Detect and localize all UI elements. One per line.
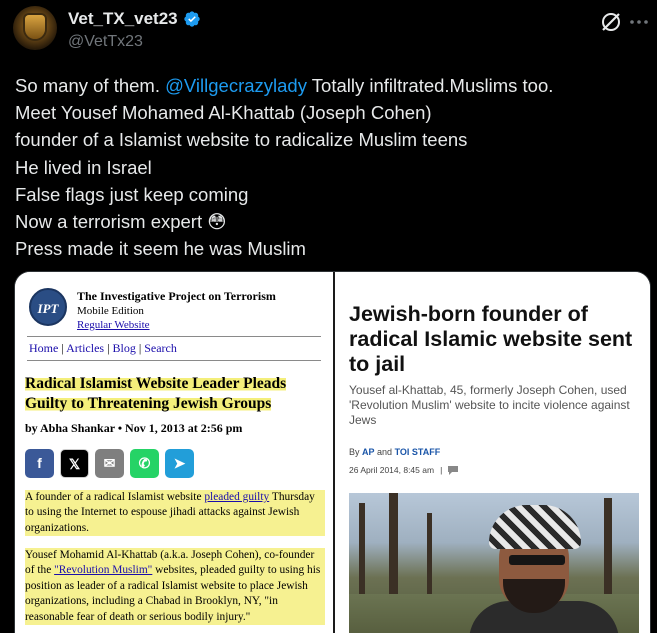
tweet-text-segment: Totally infiltrated.Muslims too.	[306, 75, 554, 96]
facebook-icon: f	[25, 449, 54, 478]
toi-date: 26 April 2014, 8:45 am |	[349, 465, 459, 475]
ipt-paragraph-1: A founder of a radical Islamist website …	[25, 490, 325, 537]
tweet-line-7: Press made it seem he was Muslim	[15, 238, 306, 260]
verified-badge-icon	[183, 11, 200, 27]
more-options-icon[interactable]	[628, 13, 650, 31]
toi-headline: Jewish-born founder of radical Islamic w…	[349, 302, 633, 376]
divider	[27, 360, 321, 361]
ipt-byline: by Abha Shankar • Nov 1, 2013 at 2:56 pm	[25, 421, 243, 435]
tweet-text: So many of them. @Villgecrazylady Totall…	[15, 72, 635, 262]
telegram-icon: ➤	[165, 449, 194, 478]
toi-subheadline: Yousef al-Khattab, 45, formerly Joseph C…	[349, 383, 630, 427]
ipt-regular-website-link: Regular Website	[77, 319, 150, 331]
tweet-text-segment: Now a terrorism expert	[15, 211, 203, 233]
toi-article-image[interactable]: Jewish-born founder of radical Islamic w…	[335, 272, 650, 633]
ipt-paragraph-2: Yousef Mohamid Al-Khattab (a.k.a. Joseph…	[25, 548, 325, 626]
tweet-line-4: He lived in Israel	[15, 156, 152, 178]
byline-toi-staff: TOI STAFF	[394, 447, 441, 457]
ipt-nav-blog: Blog	[112, 341, 136, 355]
display-name[interactable]: Vet_TX_vet23	[68, 9, 201, 29]
paragraph-text: A founder of a radical Islamist website	[25, 491, 205, 503]
avatar[interactable]	[13, 6, 57, 50]
ipt-article-image[interactable]: IPT The Investigative Project on Terrori…	[15, 272, 333, 633]
grok-icon[interactable]	[598, 9, 624, 35]
person-cap	[489, 505, 581, 549]
comment-icon	[448, 465, 459, 475]
revolution-muslim-link: "Revolution Muslim"	[54, 564, 153, 577]
email-icon: ✉	[95, 449, 124, 478]
pleaded-guilty-link: pleaded guilty	[204, 491, 270, 503]
ipt-headline-line-2: Guilty to Threatening Jewish Groups	[25, 395, 272, 412]
ipt-edition: Mobile Edition	[77, 305, 144, 317]
media-attachment[interactable]: IPT The Investigative Project on Terrori…	[14, 271, 651, 633]
toi-byline: By AP and TOI STAFF	[349, 447, 440, 457]
ipt-nav-search: Search	[144, 341, 177, 355]
handle[interactable]: @VetTx23	[68, 33, 143, 51]
display-name-text[interactable]: Vet_TX_vet23	[68, 9, 178, 29]
byline-ap: AP	[362, 447, 375, 457]
ipt-nav: Home | Articles | Blog | Search	[29, 341, 177, 355]
flushed-emoji-icon: 😳	[207, 211, 227, 233]
ipt-nav-articles: Articles	[66, 341, 105, 355]
tweet-text-segment: So many of them.	[15, 75, 166, 96]
ipt-site-name: The Investigative Project on Terrorism	[77, 289, 276, 303]
mention-link[interactable]: @Villgecrazylady	[165, 75, 307, 96]
ipt-logo: IPT	[29, 288, 67, 326]
date-separator: |	[440, 465, 443, 475]
byline-text: By	[349, 447, 363, 457]
tweet-line-1: So many of them. @Villgecrazylady Totall…	[15, 72, 635, 99]
ipt-headline: Radical Islamist Website Leader Pleads G…	[25, 374, 325, 414]
tweet-line-2: Meet Yousef Mohamed Al-Khattab (Joseph C…	[15, 102, 432, 124]
ipt-nav-home: Home	[29, 341, 59, 355]
tweet-line-6: Now a terrorism expert 😳	[15, 208, 635, 235]
date-text: 26 April 2014, 8:45 am	[349, 465, 435, 475]
byline-text: and	[374, 447, 395, 457]
avatar-emblem	[25, 15, 45, 39]
x-icon: 𝕏	[60, 449, 89, 478]
tweet-line-5: False flags just keep coming	[15, 183, 249, 205]
article-photo	[349, 493, 639, 633]
share-buttons: f 𝕏 ✉ ✆ ➤	[25, 449, 194, 478]
whatsapp-icon: ✆	[130, 449, 159, 478]
ipt-headline-line-1: Radical Islamist Website Leader Pleads	[25, 375, 287, 392]
person-glasses	[509, 555, 565, 565]
tweet-line-3: founder of a Islamist website to radical…	[15, 129, 468, 151]
divider	[27, 336, 321, 337]
